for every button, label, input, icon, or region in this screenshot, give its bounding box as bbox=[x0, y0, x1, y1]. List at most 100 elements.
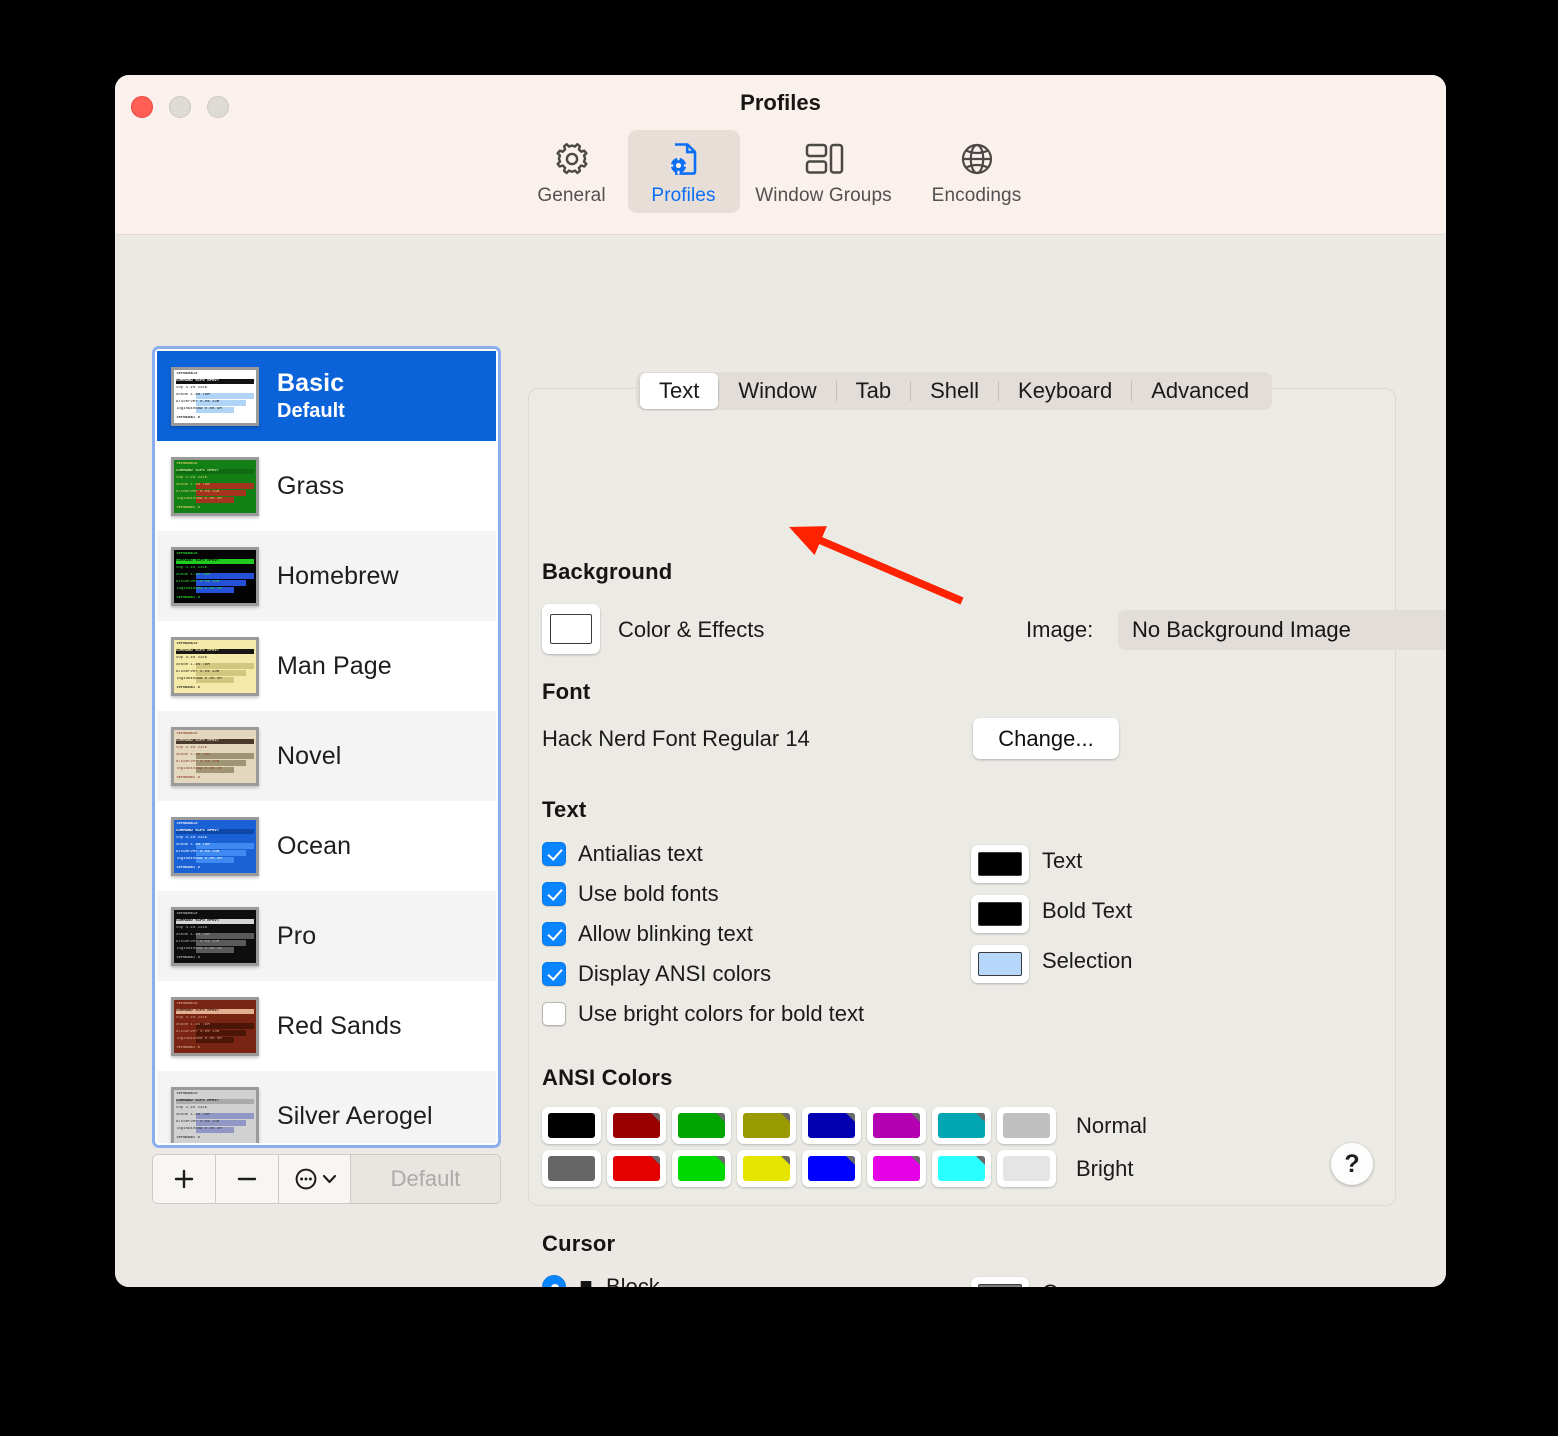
thumbnail-line: top 4.1% 231K bbox=[176, 925, 208, 930]
thumbnail-line: Terminal# bbox=[176, 1001, 198, 1006]
thumbnail-line: Terminal# bbox=[176, 911, 198, 916]
set-default-button[interactable]: Default bbox=[351, 1155, 500, 1203]
profile-name: Red Sands bbox=[277, 1011, 402, 1040]
bold-text-color-label: Bold Text bbox=[1042, 898, 1133, 923]
help-button[interactable]: ? bbox=[1331, 1143, 1373, 1185]
thumbnail-line: Xcode 1.4% 78M bbox=[176, 662, 210, 667]
ansi-color-well-normal-4[interactable] bbox=[802, 1107, 861, 1144]
tab-keyboard[interactable]: Keyboard bbox=[999, 373, 1131, 409]
globe-icon bbox=[957, 138, 997, 180]
thumbnail-line: Terminal# bbox=[176, 641, 198, 646]
thumbnail-line: Terminal # bbox=[176, 1045, 201, 1050]
tab-advanced[interactable]: Advanced bbox=[1132, 373, 1268, 409]
profile-labels: Grass bbox=[277, 472, 344, 501]
checkbox-display-ansi-colors[interactable]: Display ANSI colors bbox=[542, 961, 771, 987]
change-font-button[interactable]: Change... bbox=[973, 718, 1119, 759]
profiles-list-container: Terminal# COMMAND %CPU RPRVT top 4.1% 231K… bbox=[152, 346, 501, 1204]
profile-row-ocean[interactable]: Terminal# COMMAND %CPU RPRVT top 4.1% 231K… bbox=[157, 801, 496, 891]
profile-name: Novel bbox=[277, 741, 342, 770]
thumbnail-line: COMMAND %CPU RPRVT bbox=[176, 738, 254, 744]
thumbnail-line: top 4.1% 231K bbox=[176, 835, 208, 840]
ansi-color-well-normal-2[interactable] bbox=[672, 1107, 731, 1144]
profile-row-pro[interactable]: Terminal# COMMAND %CPU RPRVT top 4.1% 231K… bbox=[157, 891, 496, 981]
profile-row-red-sands[interactable]: Terminal# COMMAND %CPU RPRVT top 4.1% 231K… bbox=[157, 981, 496, 1071]
profile-row-basic[interactable]: Terminal# COMMAND %CPU RPRVT top 4.1% 231K… bbox=[157, 351, 496, 441]
profile-row-novel[interactable]: Terminal# COMMAND %CPU RPRVT top 4.1% 231K… bbox=[157, 711, 496, 801]
settings-pane: Text Window Tab Shell Keyboard Advanced Backg… bbox=[528, 372, 1446, 1287]
toolbar-item-label: General bbox=[537, 185, 606, 206]
tab-text[interactable]: Text bbox=[640, 373, 719, 409]
add-profile-button[interactable] bbox=[153, 1155, 216, 1203]
checkbox-use-bold-fonts[interactable]: Use bold fonts bbox=[542, 881, 719, 907]
toolbar-item-profiles[interactable]: Profiles bbox=[627, 130, 740, 213]
profile-name: Silver Aerogel bbox=[277, 1101, 433, 1130]
profile-row-homebrew[interactable]: Terminal# COMMAND %CPU RPRVT top 4.1% 231K… bbox=[157, 531, 496, 621]
thumbnail-line: Terminal# bbox=[176, 371, 198, 376]
thumbnail-line: Terminal# bbox=[176, 461, 198, 466]
profile-name: Ocean bbox=[277, 831, 352, 860]
tab-shell[interactable]: Shell bbox=[911, 373, 998, 409]
ansi-color-well-normal-1[interactable] bbox=[607, 1107, 666, 1144]
font-heading: Font bbox=[542, 679, 591, 704]
background-image-select[interactable]: No Background Image ▲▼ bbox=[1118, 610, 1446, 650]
ansi-row-label: Bright bbox=[1076, 1155, 1134, 1181]
checkbox-use-bright-colors-for-bold-text[interactable]: Use bright colors for bold text bbox=[542, 1001, 864, 1027]
thumbnail-line: COMMAND %CPU RPRVT bbox=[176, 558, 254, 564]
profile-labels: Man Page bbox=[277, 652, 392, 681]
color-effects-swatch bbox=[550, 614, 592, 644]
toolbar-item-encodings[interactable]: Encodings bbox=[908, 130, 1046, 213]
ansi-color-well-bright-4[interactable] bbox=[802, 1150, 861, 1187]
ansi-color-well-normal-3[interactable] bbox=[737, 1107, 796, 1144]
toolbar-item-window-groups[interactable]: Window Groups bbox=[740, 130, 908, 213]
tab-window[interactable]: Window bbox=[719, 373, 835, 409]
ansi-color-swatch bbox=[743, 1113, 790, 1138]
window-titlebar: Profiles General Profiles Window Groups … bbox=[115, 75, 1446, 235]
ansi-color-swatch bbox=[873, 1156, 920, 1181]
color-effects-swatch-button[interactable] bbox=[542, 604, 600, 654]
ansi-color-swatch bbox=[743, 1156, 790, 1181]
profile-row-man-page[interactable]: Terminal# COMMAND %CPU RPRVT top 4.1% 231K… bbox=[157, 621, 496, 711]
ansi-color-well-bright-1[interactable] bbox=[607, 1150, 666, 1187]
background-heading: Background bbox=[542, 559, 673, 584]
radio-cursor-block[interactable]: ■ Block bbox=[542, 1274, 660, 1287]
more-circle-icon bbox=[295, 1168, 316, 1190]
profile-labels: Red Sands bbox=[277, 1012, 402, 1041]
profile-actions-menu-button[interactable] bbox=[279, 1155, 351, 1203]
text-color-label: Text bbox=[1042, 848, 1083, 873]
thumbnail-line: Xcode 1.4% 78M bbox=[176, 842, 210, 847]
checkbox-allow-blinking-text[interactable]: Allow blinking text bbox=[542, 921, 753, 947]
profile-row-grass[interactable]: Terminal# COMMAND %CPU RPRVT top 4.1% 231K… bbox=[157, 441, 496, 531]
ansi-color-well-normal-6[interactable] bbox=[932, 1107, 991, 1144]
cursor-color-well[interactable] bbox=[971, 1277, 1029, 1287]
ansi-color-swatch bbox=[613, 1156, 660, 1181]
profile-thumbnail: Terminal# COMMAND %CPU RPRVT top 4.1% 231K… bbox=[171, 636, 259, 696]
profile-thumbnail: Terminal# COMMAND %CPU RPRVT top 4.1% 231K… bbox=[171, 1086, 259, 1143]
color-swatch bbox=[978, 1284, 1022, 1287]
toolbar-item-label: Encodings bbox=[931, 185, 1022, 206]
thumbnail-line: loginwindow 0.0% 4M bbox=[176, 1036, 222, 1041]
font-value: Hack Nerd Font Regular 14 bbox=[542, 726, 810, 751]
ansi-color-well-bright-6[interactable] bbox=[932, 1150, 991, 1187]
ansi-color-well-normal-7[interactable] bbox=[997, 1107, 1056, 1144]
thumbnail-line: Xcode 1.4% 78M bbox=[176, 482, 210, 487]
profiles-list[interactable]: Terminal# COMMAND %CPU RPRVT top 4.1% 231K… bbox=[157, 351, 496, 1143]
ansi-color-well-bright-0[interactable] bbox=[542, 1150, 601, 1187]
ansi-color-well-bright-5[interactable] bbox=[867, 1150, 926, 1187]
profile-row-silver-aerogel[interactable]: Terminal# COMMAND %CPU RPRVT top 4.1% 231K… bbox=[157, 1071, 496, 1143]
checkbox-antialias-text[interactable]: Antialias text bbox=[542, 841, 703, 867]
thumbnail-line: ATSServer 0.0% 13M bbox=[176, 1029, 220, 1034]
remove-profile-button[interactable] bbox=[216, 1155, 279, 1203]
bold-text-color-well[interactable] bbox=[971, 895, 1029, 933]
ansi-color-well-bright-2[interactable] bbox=[672, 1150, 731, 1187]
thumbnail-line: Terminal# bbox=[176, 1091, 198, 1096]
ansi-color-well-bright-7[interactable] bbox=[997, 1150, 1056, 1187]
profile-labels: Homebrew bbox=[277, 562, 399, 591]
ansi-color-well-normal-0[interactable] bbox=[542, 1107, 601, 1144]
profile-labels: Silver Aerogel bbox=[277, 1102, 433, 1131]
tab-tab[interactable]: Tab bbox=[837, 373, 910, 409]
selection-color-well[interactable] bbox=[971, 945, 1029, 983]
ansi-color-well-normal-5[interactable] bbox=[867, 1107, 926, 1144]
ansi-color-well-bright-3[interactable] bbox=[737, 1150, 796, 1187]
toolbar-item-general[interactable]: General bbox=[516, 130, 628, 213]
text-color-well[interactable] bbox=[971, 845, 1029, 883]
